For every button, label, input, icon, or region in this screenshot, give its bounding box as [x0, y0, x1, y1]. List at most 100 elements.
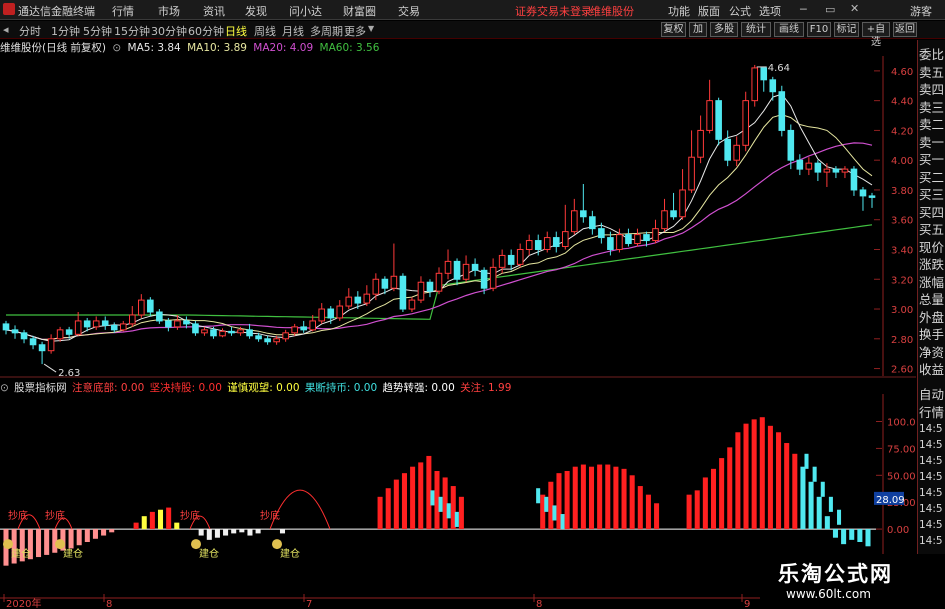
candle-body: [607, 237, 614, 250]
ind-strong: 趋势转强: 0.00: [382, 382, 455, 394]
indicator-bar: [255, 529, 261, 534]
guest-label[interactable]: 游客: [910, 3, 932, 19]
btn-fuquan[interactable]: 复权: [661, 22, 686, 37]
chaodi-arc: [269, 489, 331, 530]
period-1min[interactable]: 1分钟: [51, 23, 80, 39]
period-5min[interactable]: 5分钟: [83, 23, 112, 39]
candle-body: [183, 320, 190, 325]
cyan-bar: [837, 509, 842, 525]
indicator-bar: [580, 464, 586, 530]
period-30min[interactable]: 30分钟: [151, 23, 187, 39]
watermark-title: 乐淘公式网: [778, 562, 893, 586]
period-60min[interactable]: 60分钟: [188, 23, 224, 39]
candle-body: [453, 260, 461, 280]
btn-f10[interactable]: F10: [807, 22, 831, 37]
candle-body: [2, 323, 10, 331]
indicator-settings-icon[interactable]: ⊙: [0, 382, 9, 394]
indicator-bar: [702, 477, 708, 530]
menu-item-options[interactable]: 选项: [759, 3, 781, 19]
auto-quote-label[interactable]: 行情: [919, 402, 945, 421]
period-daily[interactable]: 日线: [225, 23, 247, 39]
indicator-bar: [458, 496, 464, 530]
candle-body: [670, 210, 677, 218]
period-15min[interactable]: 15分钟: [114, 23, 150, 39]
cyan-bar: [536, 488, 541, 504]
indicator-bar: [832, 529, 838, 538]
btn-statistics[interactable]: 统计: [741, 22, 771, 37]
indicator-bar: [776, 432, 782, 530]
period-weekly[interactable]: 周线: [254, 23, 276, 39]
indicator-bar: [385, 488, 391, 530]
btn-back[interactable]: 返回: [893, 22, 917, 37]
jiancang-icon: [272, 539, 282, 550]
jiancang-label: 建仓: [280, 547, 300, 560]
price-label: 3.20: [891, 275, 913, 286]
login-notice[interactable]: 证券交易未登录: [515, 3, 592, 19]
quote-field-label: 涨幅: [919, 274, 945, 290]
candle-body: [859, 189, 867, 197]
indicator-bar: [637, 486, 643, 530]
candle-body: [92, 320, 100, 328]
candlestick-chart[interactable]: 4.60 4.40 4.20 4.00 3.80 3.60 3.40 3.20 3.00 2.80…: [0, 40, 916, 378]
candle-body: [643, 234, 650, 242]
indicator-bar: [247, 529, 253, 536]
menu-item-market[interactable]: 市场: [158, 3, 180, 19]
candle-body: [525, 240, 533, 250]
menu-item-wealth[interactable]: 财富圈: [343, 3, 376, 19]
btn-mark[interactable]: 标记: [834, 22, 859, 37]
menu-item-ask[interactable]: 问小达: [289, 3, 322, 19]
candle-body: [661, 210, 668, 230]
ind-hold: 坚决持股: 0.00: [149, 382, 222, 394]
collapse-icon[interactable]: ◂: [3, 23, 9, 36]
indicator-bar: [710, 468, 717, 530]
price-label: 4.20: [891, 126, 913, 137]
chaodi-label: 抄底: [180, 509, 200, 522]
candle-body: [652, 228, 659, 242]
jiancang-icon: [55, 539, 65, 550]
menu-item-trade[interactable]: 交易: [398, 3, 420, 19]
period-multi[interactable]: 多周期: [310, 23, 343, 39]
indicator-bar: [597, 464, 603, 530]
indicator-bar: [231, 529, 237, 534]
indicator-bar: [377, 496, 383, 530]
btn-add-watch[interactable]: +自选: [862, 22, 890, 48]
ma5-line: [5, 93, 873, 342]
cyan-bar: [804, 453, 809, 469]
menu-item-quotes[interactable]: 行情: [112, 3, 134, 19]
candle-body: [751, 67, 759, 102]
candle-body: [147, 299, 154, 313]
candle-body: [309, 320, 317, 331]
restore-icon[interactable]: ▭: [825, 3, 835, 16]
period-monthly[interactable]: 月线: [282, 23, 304, 39]
period-more[interactable]: 更多: [344, 23, 366, 39]
menu-item-discover[interactable]: 发现: [245, 3, 267, 19]
candle-body: [201, 329, 208, 334]
close-icon[interactable]: ✕: [850, 2, 859, 15]
menu-item-formula[interactable]: 公式: [729, 3, 751, 19]
btn-draw-line[interactable]: 画线: [774, 22, 804, 37]
btn-add[interactable]: 加: [689, 22, 707, 37]
candle-body: [336, 305, 344, 319]
indicator-bar: [645, 494, 651, 530]
btn-multi-stock[interactable]: 多股: [710, 22, 738, 37]
candle-body: [237, 329, 244, 334]
menu-item-function[interactable]: 功能: [668, 3, 690, 19]
menu-item-layout[interactable]: 版面: [698, 3, 720, 19]
period-timeshare[interactable]: 分时: [19, 23, 41, 39]
candle-body: [571, 210, 578, 233]
minimize-icon[interactable]: ─: [800, 3, 807, 16]
cyan-bar: [828, 496, 833, 512]
candle-body: [742, 100, 750, 146]
menu-item-news[interactable]: 资讯: [203, 3, 225, 19]
candle-body: [733, 144, 740, 161]
date-label: 8: [106, 599, 112, 609]
candle-body: [228, 330, 235, 334]
candle-body: [345, 296, 353, 307]
current-value: 28.09: [876, 495, 905, 506]
cyan-bar: [446, 503, 451, 519]
watermark-logo: 乐淘公式网 www.60lt.com: [760, 554, 945, 609]
more-dropdown-icon[interactable]: ▼: [368, 24, 374, 33]
candle-body: [255, 335, 262, 340]
auto-quote-label[interactable]: 自动: [919, 384, 945, 403]
candle-body: [399, 275, 407, 310]
